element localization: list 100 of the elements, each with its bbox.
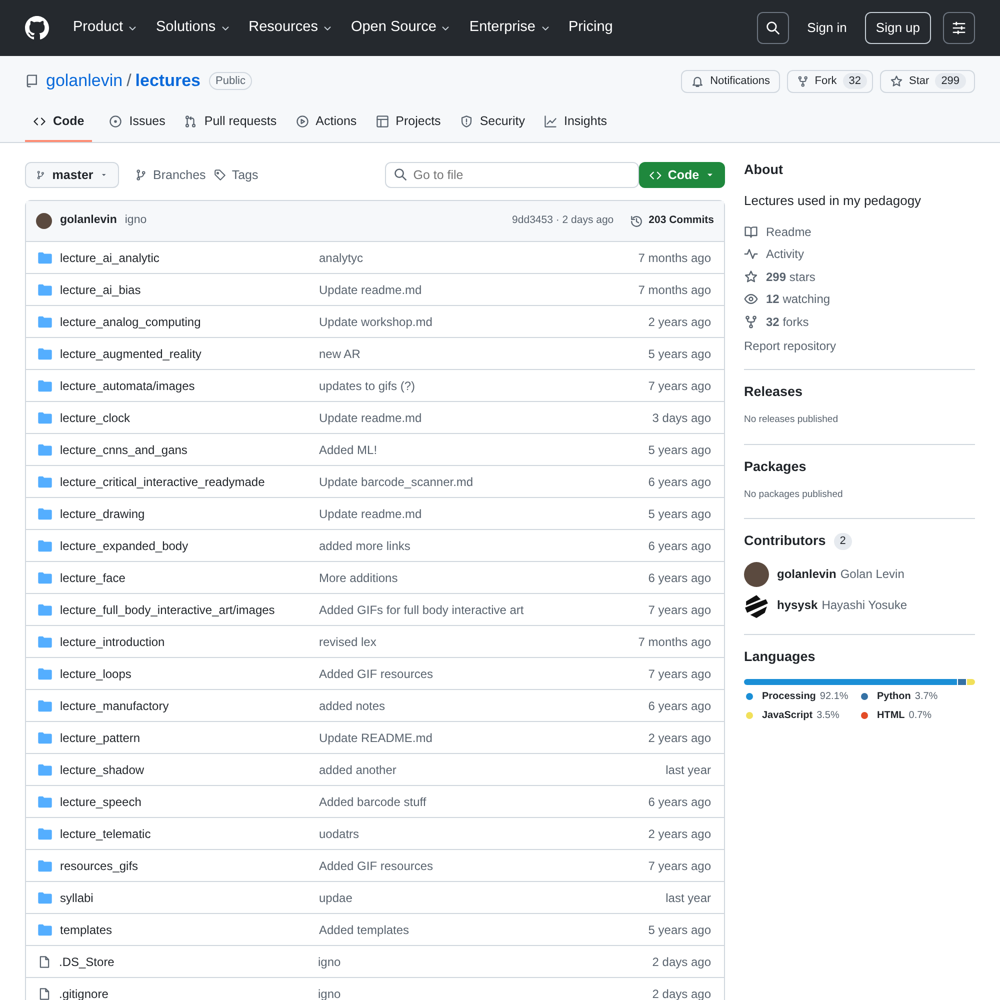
contributor-login[interactable]: hysysk xyxy=(777,596,818,614)
about-link[interactable]: Activity xyxy=(766,245,804,264)
about-link[interactable]: Readme xyxy=(766,222,812,241)
commit-message[interactable]: igno xyxy=(124,212,147,230)
about-link[interactable]: 12 watching xyxy=(766,290,830,308)
folder-link[interactable]: templates xyxy=(60,920,319,938)
commit-message[interactable]: Update readme.md xyxy=(319,280,638,298)
commit-message[interactable]: analytyc xyxy=(319,248,638,266)
commit-message[interactable]: revised lex xyxy=(319,632,638,650)
about-link[interactable]: 32 forks xyxy=(766,312,809,331)
tab[interactable]: Projects xyxy=(368,112,449,142)
folder-link[interactable]: lecture_loops xyxy=(60,664,319,682)
folder-link[interactable]: lecture_manufactory xyxy=(60,696,319,714)
contributor-login[interactable]: golanlevin xyxy=(777,565,836,584)
code-button[interactable]: Code xyxy=(639,162,725,188)
commit-message[interactable]: Added GIF resources xyxy=(319,664,648,682)
commit-message[interactable]: Update README.md xyxy=(319,728,648,746)
folder-link[interactable]: lecture_ai_bias xyxy=(60,280,319,298)
commit-message[interactable]: added more links xyxy=(319,536,648,554)
commit-message[interactable]: igno xyxy=(318,984,652,1000)
commit-message[interactable]: new AR xyxy=(319,344,648,362)
tab[interactable]: Security xyxy=(452,112,533,142)
nav-menu-item[interactable]: Product xyxy=(73,17,138,39)
commit-message[interactable]: uodatrs xyxy=(319,824,648,842)
go-to-file-field[interactable]: Go to file xyxy=(385,162,639,188)
folder-link[interactable]: lecture_ai_analytic xyxy=(60,248,319,266)
branches-link[interactable]: Branches xyxy=(135,166,206,184)
commit-message[interactable]: updae xyxy=(319,888,666,906)
commit-time: 5 years ago xyxy=(648,442,711,458)
folder-link[interactable]: lecture_face xyxy=(60,568,319,586)
commit-message[interactable]: Update readme.md xyxy=(319,408,652,426)
tab[interactable]: Actions xyxy=(288,112,365,142)
settings-button[interactable] xyxy=(943,12,975,44)
notifications-button[interactable]: Notifications xyxy=(681,70,780,92)
folder-link[interactable]: lecture_critical_interactive_readymade xyxy=(60,472,319,490)
language-name[interactable]: Processing xyxy=(762,688,816,704)
owner-link[interactable]: golanlevin xyxy=(46,68,123,94)
language-name[interactable]: HTML xyxy=(877,708,905,723)
commit-message[interactable]: updates to gifs (?) xyxy=(319,376,648,394)
folder-link[interactable]: resources_gifs xyxy=(60,856,319,874)
star-button[interactable]: Star 299 xyxy=(880,70,975,92)
nav-menu-item[interactable]: Open Source xyxy=(350,17,452,39)
nav-menu-item[interactable]: Solutions xyxy=(156,17,231,39)
sign-up-button[interactable]: Sign up xyxy=(864,12,931,44)
path-separator: / xyxy=(126,70,132,92)
logo-icon[interactable] xyxy=(25,16,49,40)
folder-link[interactable]: lecture_shadow xyxy=(60,760,319,778)
folder-link[interactable]: lecture_introduction xyxy=(60,632,319,650)
folder-link[interactable]: lecture_clock xyxy=(60,408,319,426)
folder-link[interactable]: lecture_telematic xyxy=(60,824,319,842)
folder-link[interactable]: lecture_analog_computing xyxy=(60,312,319,330)
commit-message[interactable]: Update workshop.md xyxy=(319,312,648,330)
folder-link[interactable]: lecture_drawing xyxy=(60,504,319,522)
folder-link[interactable]: lecture_cnns_and_gans xyxy=(60,440,319,458)
commit-message[interactable]: Added barcode stuff xyxy=(319,792,648,810)
commit-message[interactable]: added another xyxy=(319,760,666,778)
tab[interactable]: Insights xyxy=(536,112,616,142)
nav-menu-item[interactable]: Resources xyxy=(248,17,333,39)
folder-link[interactable]: lecture_pattern xyxy=(60,728,319,746)
commit-message[interactable]: Added GIFs for full body interactive art xyxy=(319,600,648,618)
commit-message[interactable]: Update readme.md xyxy=(319,504,648,522)
file-link[interactable]: .DS_Store xyxy=(59,952,318,970)
commit-message[interactable]: Added ML! xyxy=(319,440,648,458)
tab[interactable]: Issues xyxy=(101,112,174,142)
folder-link[interactable]: syllabi xyxy=(60,888,319,906)
shield-icon xyxy=(460,115,473,128)
commit-message[interactable]: More additions xyxy=(319,568,648,586)
commit-author[interactable]: golanlevin xyxy=(60,212,117,230)
folder-link[interactable]: lecture_automata/images xyxy=(60,376,319,394)
tab[interactable]: Code xyxy=(25,112,92,142)
language-name[interactable]: JavaScript xyxy=(762,708,813,723)
language-name[interactable]: Python xyxy=(877,688,911,704)
commit-time: 7 months ago xyxy=(638,282,711,298)
file-icon xyxy=(38,986,51,1000)
file-link[interactable]: .gitignore xyxy=(59,984,318,1000)
sign-in-link[interactable]: Sign in xyxy=(801,17,853,39)
search-button[interactable] xyxy=(757,12,790,44)
commit-message[interactable]: Update barcode_scanner.md xyxy=(319,472,648,490)
commit-message[interactable]: Added GIF resources xyxy=(319,856,648,874)
folder-link[interactable]: lecture_speech xyxy=(60,792,319,810)
commit-message[interactable]: Added templates xyxy=(319,920,648,938)
tab[interactable]: Pull requests xyxy=(176,112,285,142)
report-link[interactable]: Report repository xyxy=(744,337,836,356)
about-link[interactable]: 299 stars xyxy=(766,268,816,286)
commit-message[interactable]: added notes xyxy=(319,696,648,714)
commit-time: 3 days ago xyxy=(652,410,711,426)
folder-link[interactable]: lecture_full_body_interactive_art/images xyxy=(60,600,319,618)
commit-time: 6 years ago xyxy=(648,698,711,714)
folder-link[interactable]: lecture_expanded_body xyxy=(60,536,319,554)
folder-link[interactable]: lecture_augmented_reality xyxy=(60,344,319,362)
avatar[interactable] xyxy=(744,592,769,618)
commit-message[interactable]: igno xyxy=(318,952,652,970)
nav-menu-item[interactable]: Pricing xyxy=(568,17,613,39)
commits-link[interactable]: 203 Commits xyxy=(630,213,714,229)
nav-menu-item[interactable]: Enterprise xyxy=(469,17,550,39)
repo-name-link[interactable]: lectures xyxy=(135,68,200,94)
avatar[interactable] xyxy=(744,562,769,587)
fork-button[interactable]: Fork 32 xyxy=(787,70,873,92)
tags-link[interactable]: Tags xyxy=(214,166,258,184)
branch-selector[interactable]: master xyxy=(25,162,119,188)
